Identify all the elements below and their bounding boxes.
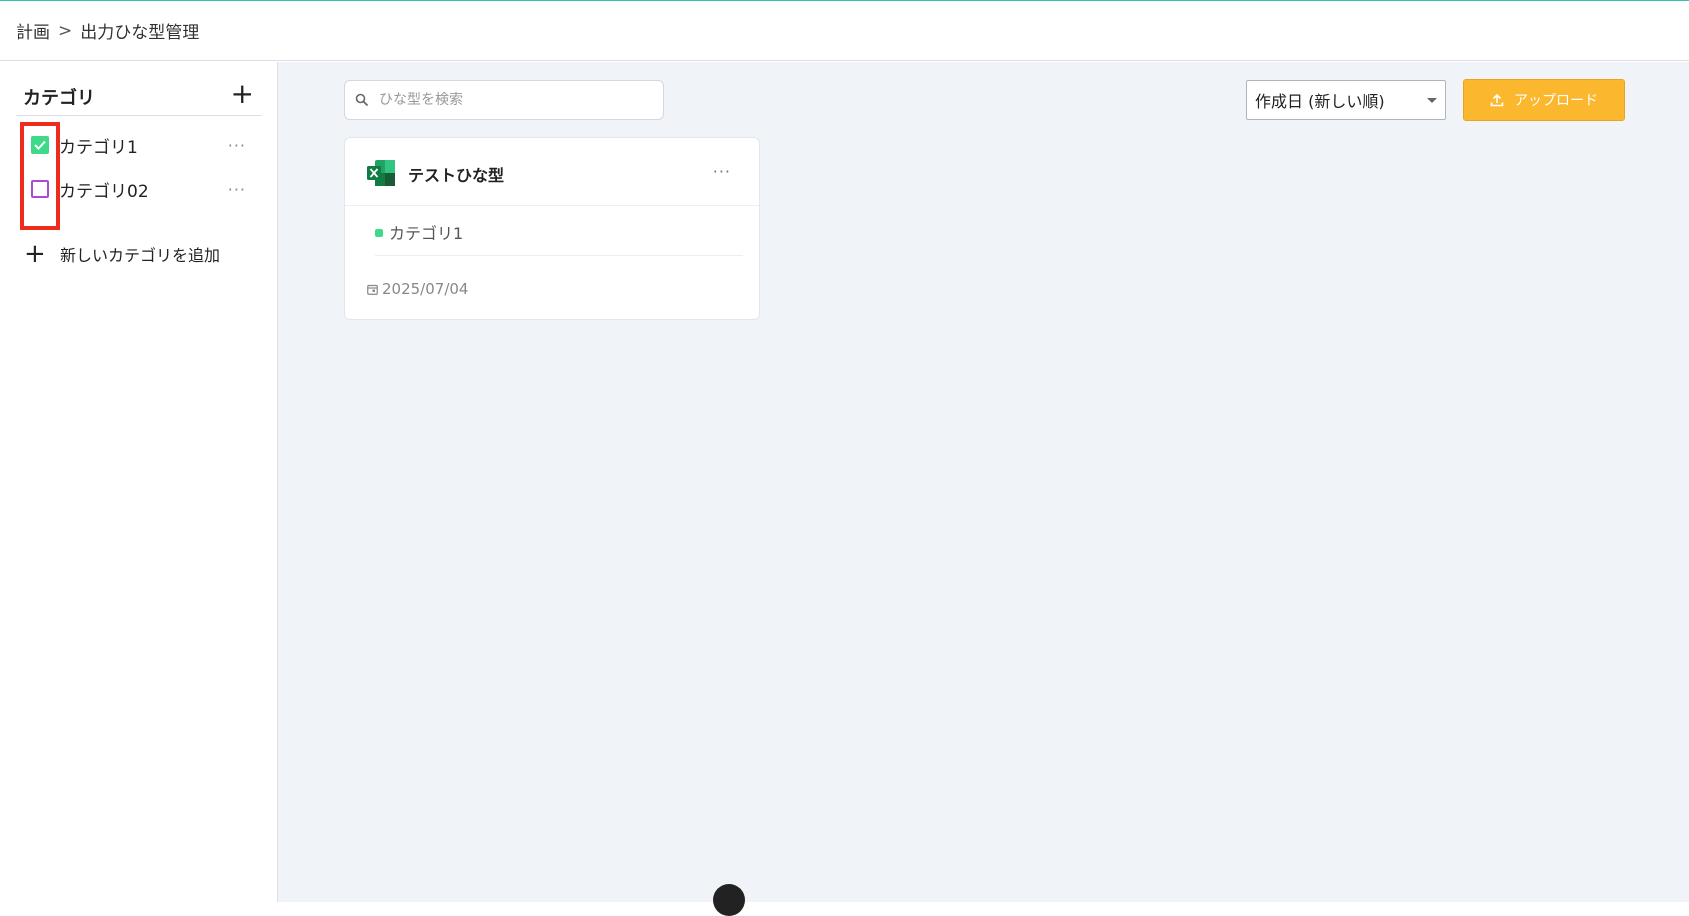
template-title[interactable]: テストひな型: [408, 162, 504, 186]
add-category-button[interactable]: + 新しいカテゴリを追加: [24, 238, 220, 270]
floating-logo-icon[interactable]: [713, 884, 745, 916]
sort-select[interactable]: 作成日 (新しい順): [1246, 80, 1446, 120]
sort-value: 作成日 (新しい順): [1255, 92, 1385, 111]
upload-label: アップロード: [1514, 93, 1598, 109]
main-content: 作成日 (新しい順) アップロード テストひな型 ··· カテゴリ1: [278, 62, 1689, 902]
more-icon[interactable]: ···: [713, 162, 731, 181]
breadcrumb: 計画 > 出力ひな型管理: [0, 1, 1689, 61]
plus-icon: +: [24, 239, 46, 269]
search-icon: [355, 93, 369, 107]
chevron-down-icon: [1427, 98, 1437, 103]
template-date-text: 2025/07/04: [382, 280, 469, 298]
category-checkbox-1[interactable]: [31, 136, 49, 154]
breadcrumb-separator: >: [58, 20, 73, 41]
category-color-dot: [375, 229, 383, 237]
more-icon[interactable]: ···: [228, 136, 246, 155]
sidebar-header: カテゴリ +: [16, 76, 262, 116]
plus-icon[interactable]: +: [231, 80, 254, 108]
check-icon: [34, 140, 46, 150]
upload-button[interactable]: アップロード: [1463, 79, 1625, 121]
calendar-icon: [367, 284, 378, 295]
more-icon[interactable]: ···: [228, 180, 246, 199]
breadcrumb-parent[interactable]: 計画: [16, 18, 50, 43]
search-input[interactable]: [377, 91, 663, 109]
category-label-2: カテゴリ02: [59, 181, 149, 202]
category-sidebar: カテゴリ + カテゴリ1 ··· カテゴリ02 ··· + 新しいカテゴリを追加: [0, 62, 278, 902]
excel-icon: [367, 160, 395, 186]
template-category: カテゴリ1: [375, 220, 743, 256]
template-category-label: カテゴリ1: [389, 224, 464, 243]
category-checkbox-2[interactable]: [31, 180, 49, 198]
category-label-1: カテゴリ1: [59, 137, 138, 158]
template-card-header: テストひな型 ···: [345, 138, 759, 206]
breadcrumb-current: 出力ひな型管理: [80, 23, 200, 43]
category-item-2[interactable]: カテゴリ02 ···: [22, 171, 262, 207]
template-date: 2025/07/04: [367, 280, 468, 298]
add-category-label: 新しいカテゴリを追加: [60, 246, 221, 265]
upload-icon: [1490, 93, 1504, 107]
sidebar-title: カテゴリ: [23, 88, 95, 109]
template-card[interactable]: テストひな型 ··· カテゴリ1 2025/07/04: [344, 137, 760, 320]
category-item-1[interactable]: カテゴリ1 ···: [22, 127, 262, 163]
search-box[interactable]: [344, 80, 664, 120]
